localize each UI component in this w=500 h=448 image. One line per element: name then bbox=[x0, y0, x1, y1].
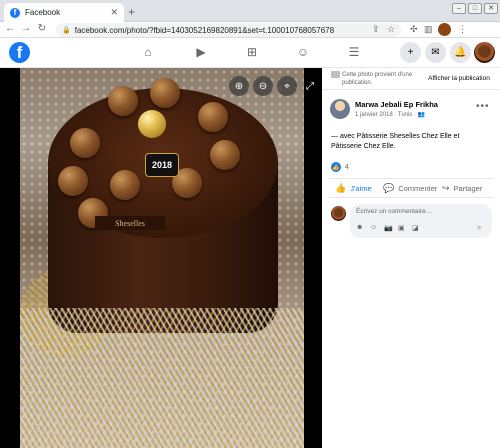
zoom-out-icon[interactable]: ⊖ bbox=[253, 76, 273, 96]
thumbs-up-icon: 👍 bbox=[335, 183, 347, 193]
cake-photo: 2018 Sheselles bbox=[20, 68, 304, 448]
lock-icon: 🔒 bbox=[62, 27, 71, 34]
comment-button[interactable]: 💬 Commenter bbox=[383, 183, 437, 194]
minimize-window-button[interactable]: – bbox=[452, 3, 466, 14]
close-tab-icon[interactable]: ✕ bbox=[110, 7, 118, 18]
post-actions: 👍 J'aime 💬 Commenter ↪ Partager bbox=[328, 178, 494, 198]
maximize-window-button[interactable]: □ bbox=[468, 3, 482, 14]
post-text: — avec Pâtisserie Sheselles Chez Elle et… bbox=[331, 133, 460, 150]
like-count-value: 4 bbox=[345, 163, 349, 171]
tag-icon[interactable]: ⌖ bbox=[277, 76, 297, 96]
close-window-button[interactable]: ✕ bbox=[484, 3, 498, 14]
avatar-sticker-icon[interactable]: ☻ bbox=[356, 224, 363, 231]
emoji-icon[interactable]: ☺ bbox=[370, 224, 377, 231]
marketplace-icon[interactable]: ⊞ bbox=[244, 45, 260, 59]
address-bar-row: ← → ↻ 🔒 facebook.com/photo/?fbid=1403052… bbox=[0, 22, 500, 38]
author-avatar[interactable] bbox=[330, 99, 350, 119]
post-side-panel: Cette photo provient d'une publication. … bbox=[322, 68, 500, 448]
notice-text: Cette photo provient d'une publication. bbox=[342, 72, 413, 86]
send-icon[interactable]: ➤ bbox=[476, 223, 483, 232]
photo-viewer: 2018 Sheselles ⊕ ⊖ ⌖ ⤢ bbox=[0, 68, 322, 448]
bookmark-star-icon[interactable]: ☆ bbox=[387, 24, 395, 35]
camera-icon[interactable]: 📷 bbox=[384, 224, 393, 232]
author-name[interactable]: Marwa Jebali Ep Frikha bbox=[355, 100, 438, 109]
publication-notice: Cette photo provient d'une publication. … bbox=[322, 68, 500, 90]
post-meta: 1 janvier 2018 · Tunis · 👥 bbox=[355, 111, 425, 118]
profile-avatar[interactable] bbox=[438, 23, 451, 36]
account-avatar[interactable] bbox=[474, 42, 495, 63]
browser-tab-strip: f Facebook ✕ + – □ ✕ bbox=[0, 0, 500, 22]
post-date[interactable]: 1 janvier 2018 · Tunis · bbox=[355, 112, 418, 118]
tab-title: Facebook bbox=[25, 8, 61, 17]
reload-icon[interactable]: ↻ bbox=[36, 23, 48, 34]
home-icon[interactable]: ⌂ bbox=[140, 45, 156, 59]
photo-source-icon bbox=[331, 71, 340, 78]
url-text: facebook.com/photo/?fbid=140305216982089… bbox=[74, 25, 335, 35]
sidebar-panel-icon[interactable]: ▥ bbox=[424, 24, 433, 35]
like-button[interactable]: 👍 J'aime bbox=[335, 183, 372, 194]
sticker-icon[interactable]: ◪ bbox=[412, 224, 419, 232]
zoom-in-icon[interactable]: ⊕ bbox=[229, 76, 249, 96]
back-arrow-icon[interactable]: ← bbox=[4, 23, 16, 34]
share-button[interactable]: ↪ Partager bbox=[442, 183, 482, 194]
facebook-header: f ⌂ ▶ ⊞ ☺ ☰ + ✉ 🔔 bbox=[0, 38, 500, 68]
year-topper: 2018 bbox=[145, 153, 179, 177]
create-plus-icon[interactable]: + bbox=[400, 42, 421, 63]
video-icon[interactable]: ▶ bbox=[193, 45, 209, 59]
share-page-icon[interactable]: ⇪ bbox=[372, 24, 380, 35]
more-options-icon[interactable]: ••• bbox=[476, 101, 490, 112]
comment-placeholder: Écrivez un commentaire… bbox=[356, 208, 433, 215]
brand-plaque: Sheselles bbox=[95, 216, 165, 230]
like-reaction-icon: 👍 bbox=[331, 162, 341, 172]
show-publication-button[interactable]: Afficher la publication bbox=[426, 72, 492, 85]
tab-facebook[interactable]: f Facebook ✕ bbox=[4, 3, 124, 22]
menu-hamburger-icon[interactable]: ☰ bbox=[346, 45, 362, 59]
new-tab-button[interactable]: + bbox=[128, 5, 135, 19]
reaction-count[interactable]: 👍 4 bbox=[331, 162, 349, 172]
browser-menu-icon[interactable]: ⋮ bbox=[458, 24, 467, 35]
comment-bubble-icon: 💬 bbox=[383, 183, 395, 193]
forward-arrow-icon[interactable]: → bbox=[20, 23, 32, 34]
gif-icon[interactable]: ▣ bbox=[398, 224, 405, 232]
tinsel-decoration bbox=[20, 308, 304, 448]
facebook-favicon-icon: f bbox=[10, 7, 20, 18]
url-field[interactable]: 🔒 facebook.com/photo/?fbid=1403052169820… bbox=[56, 23, 401, 37]
commenter-avatar[interactable] bbox=[331, 206, 346, 221]
fullscreen-icon[interactable]: ⤢ bbox=[300, 76, 320, 96]
messenger-icon[interactable]: ✉ bbox=[425, 42, 446, 63]
comment-input[interactable]: Écrivez un commentaire… ☻ ☺ 📷 ▣ ◪ ➤ bbox=[350, 204, 492, 238]
share-arrow-icon: ↪ bbox=[442, 183, 450, 193]
notifications-bell-icon[interactable]: 🔔 bbox=[450, 42, 471, 63]
facebook-logo[interactable]: f bbox=[9, 42, 30, 63]
extensions-puzzle-icon[interactable]: ✣ bbox=[410, 24, 418, 35]
groups-icon[interactable]: ☺ bbox=[295, 45, 311, 59]
audience-friends-icon: 👥 bbox=[417, 112, 426, 118]
